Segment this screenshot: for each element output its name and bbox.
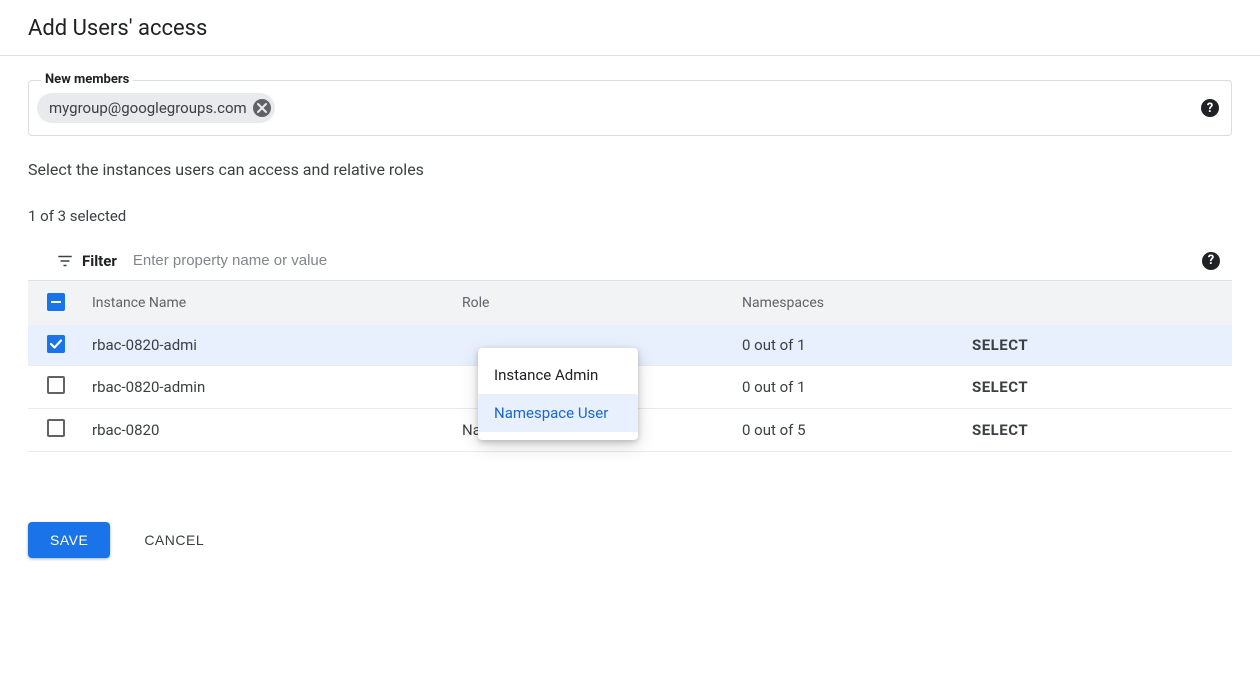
- select-namespaces-button[interactable]: SELECT: [972, 336, 1028, 354]
- row-checkbox[interactable]: [47, 376, 65, 394]
- instruction-text: Select the instances users can access an…: [28, 160, 1232, 179]
- select-all-checkbox[interactable]: [47, 293, 65, 311]
- select-namespaces-button[interactable]: SELECT: [972, 378, 1028, 396]
- column-namespaces: Namespaces: [734, 281, 964, 325]
- column-instance-name: Instance Name: [84, 281, 454, 325]
- page-title: Add Users' access: [28, 16, 1232, 41]
- selection-count: 1 of 3 selected: [28, 207, 1232, 225]
- role-dropdown-menu: Instance Admin Namespace User: [478, 348, 638, 440]
- namespaces-cell: 0 out of 1: [734, 325, 964, 366]
- role-option-instance-admin[interactable]: Instance Admin: [478, 356, 638, 394]
- help-icon[interactable]: ?: [1201, 99, 1219, 117]
- new-members-field[interactable]: New members mygroup@googlegroups.com ?: [28, 80, 1232, 136]
- row-checkbox[interactable]: [47, 419, 65, 437]
- new-members-label: New members: [41, 72, 133, 87]
- instance-name: rbac-0820: [84, 409, 454, 452]
- help-icon[interactable]: ?: [1202, 252, 1220, 270]
- close-icon[interactable]: [253, 99, 271, 117]
- instance-name: rbac-0820-admin: [84, 366, 454, 409]
- column-role: Role: [454, 281, 734, 325]
- namespaces-cell: 0 out of 1: [734, 366, 964, 409]
- member-chip[interactable]: mygroup@googlegroups.com: [37, 93, 275, 123]
- namespaces-cell: 0 out of 5: [734, 409, 964, 452]
- row-checkbox[interactable]: [47, 335, 65, 353]
- filter-bar: Filter ?: [28, 241, 1232, 281]
- filter-input[interactable]: [131, 251, 1184, 270]
- instance-name: rbac-0820-admi: [84, 325, 454, 366]
- role-option-namespace-user[interactable]: Namespace User: [478, 394, 638, 432]
- select-namespaces-button[interactable]: SELECT: [972, 421, 1028, 439]
- save-button[interactable]: SAVE: [28, 522, 110, 558]
- filter-label: Filter: [82, 252, 117, 270]
- member-chip-text: mygroup@googlegroups.com: [49, 99, 247, 117]
- filter-icon: [56, 252, 74, 270]
- cancel-button[interactable]: CANCEL: [138, 531, 210, 549]
